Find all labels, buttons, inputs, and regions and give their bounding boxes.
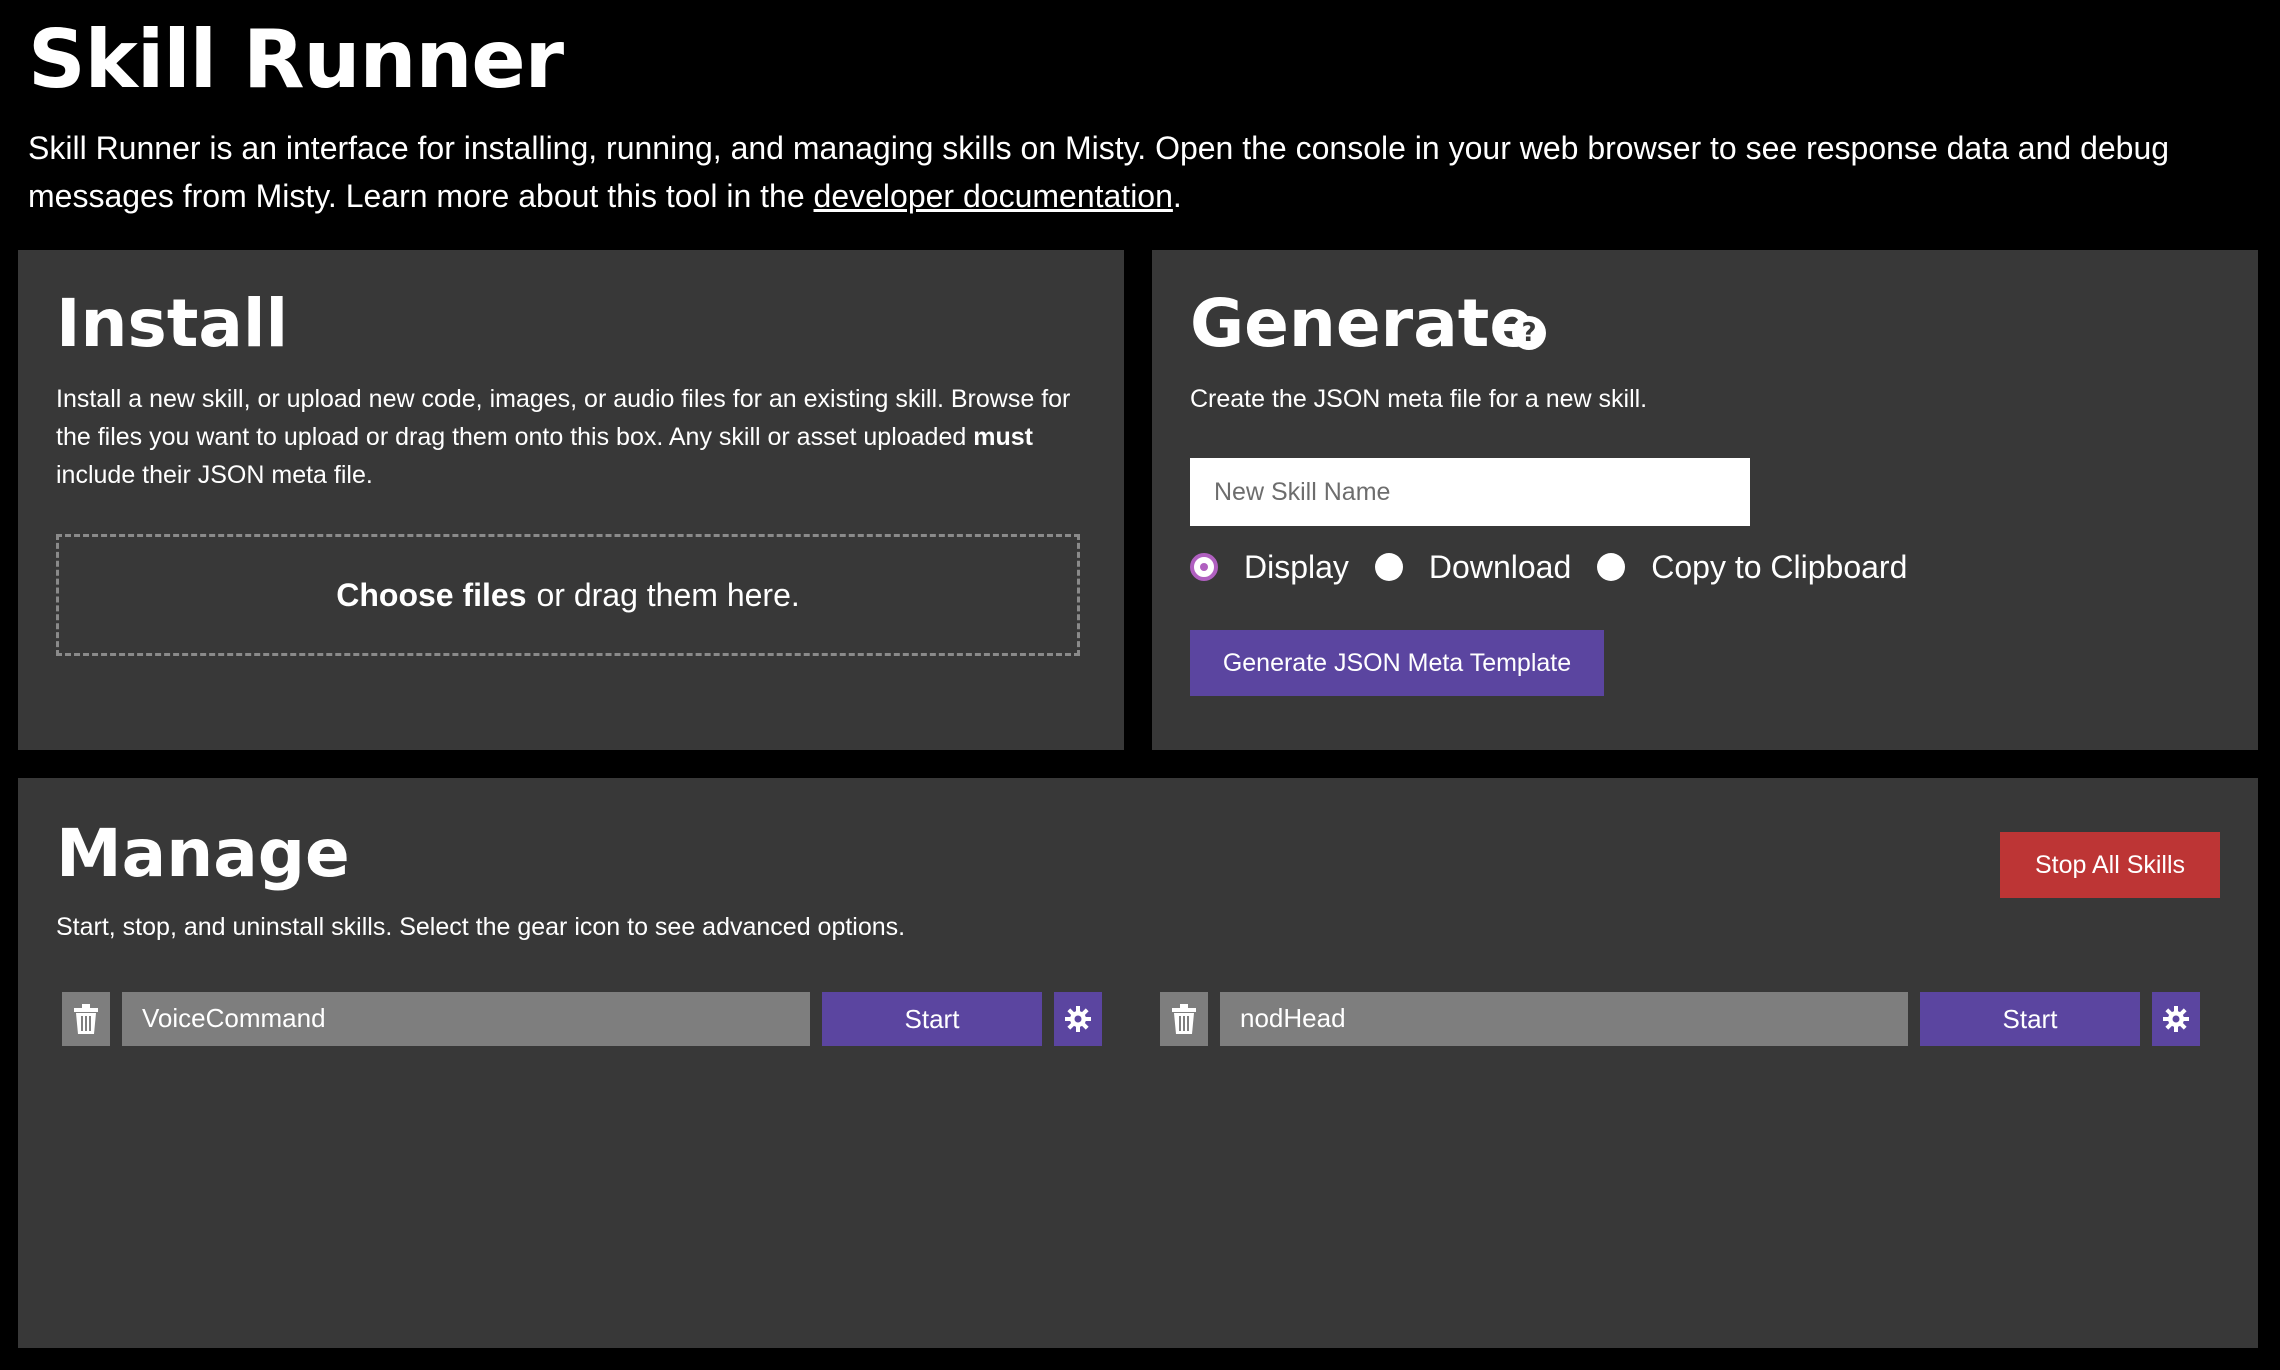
install-desc-part2: include their JSON meta file.	[56, 461, 373, 489]
gear-icon[interactable]	[2152, 992, 2200, 1046]
stop-all-skills-button[interactable]: Stop All Skills	[2000, 832, 2220, 898]
install-desc-bold: must	[973, 423, 1033, 451]
drag-text: or drag them here.	[536, 576, 800, 613]
generate-panel: Generate ? Create the JSON meta file for…	[1152, 250, 2258, 750]
manage-title: Manage	[56, 815, 350, 892]
question-circle-icon[interactable]: ?	[1512, 316, 1546, 350]
copy-to-clipboard-radio[interactable]	[1597, 553, 1626, 581]
generate-json-meta-template-button[interactable]: Generate JSON Meta Template	[1190, 630, 1604, 696]
gear-icon[interactable]	[1054, 992, 1102, 1046]
install-panel: Install Install a new skill, or upload n…	[18, 250, 1124, 750]
generate-title: Generate	[1190, 285, 1535, 362]
manage-description: Start, stop, and uninstall skills. Selec…	[56, 913, 906, 941]
file-dropzone[interactable]: Choose files or drag them here.	[56, 534, 1080, 656]
trash-icon[interactable]	[62, 992, 110, 1046]
skill-name: VoiceCommand	[122, 992, 810, 1046]
install-description: Install a new skill, or upload new code,…	[56, 380, 1096, 494]
choose-files-link[interactable]: Choose files	[336, 577, 526, 614]
output-options: Display Download Copy to Clipboard	[1190, 542, 1933, 592]
trash-icon[interactable]	[1160, 992, 1208, 1046]
download-label[interactable]: Download	[1429, 549, 1571, 586]
start-skill-button[interactable]: Start	[822, 992, 1042, 1046]
skill-name: nodHead	[1220, 992, 1908, 1046]
copy-to-clipboard-label[interactable]: Copy to Clipboard	[1651, 549, 1907, 586]
display-label[interactable]: Display	[1244, 549, 1349, 586]
install-title: Install	[56, 285, 289, 362]
intro-text: Skill Runner is an interface for install…	[28, 124, 2248, 220]
install-desc-part1: Install a new skill, or upload new code,…	[56, 385, 1071, 451]
display-radio[interactable]	[1190, 553, 1218, 581]
developer-documentation-link[interactable]: developer documentation	[814, 178, 1173, 214]
generate-description: Create the JSON meta file for a new skil…	[1190, 385, 1648, 413]
intro-end: .	[1172, 178, 1182, 214]
manage-panel: Manage Stop All Skills Start, stop, and …	[18, 778, 2258, 1348]
new-skill-name-input[interactable]	[1190, 458, 1750, 526]
download-radio[interactable]	[1374, 553, 1403, 581]
page-title: Skill Runner	[28, 13, 564, 106]
start-skill-button[interactable]: Start	[1920, 992, 2140, 1046]
